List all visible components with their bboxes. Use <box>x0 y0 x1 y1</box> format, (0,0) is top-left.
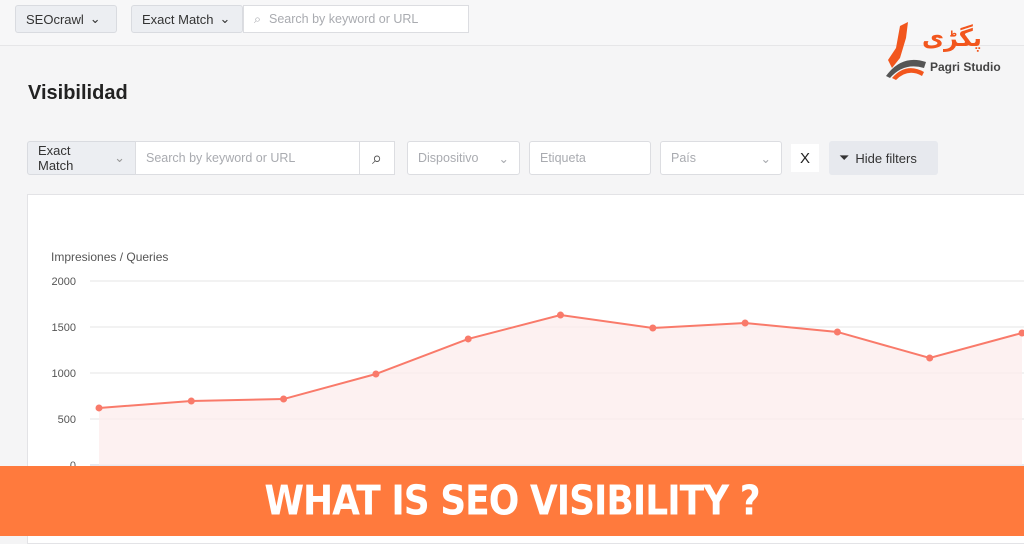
y-tick-label: 1500 <box>52 322 76 334</box>
data-point <box>649 325 656 332</box>
data-point <box>188 398 195 405</box>
data-point <box>742 320 749 327</box>
y-tick-label: 1000 <box>52 368 76 380</box>
y-axis-label: Impresiones / Queries <box>51 250 168 264</box>
logo-text: Pagri Studio <box>930 60 1001 74</box>
data-point <box>280 396 287 403</box>
data-point <box>96 404 103 411</box>
data-point <box>557 312 564 319</box>
area-fill <box>99 315 1022 465</box>
banner-title: WHAT IS SEO VISIBILITY ? <box>264 477 759 524</box>
title-banner: WHAT IS SEO VISIBILITY ? <box>0 466 1024 536</box>
visibility-chart: Impresiones / Queries 0500100015002000Ap… <box>0 0 1024 536</box>
pagri-studio-logo: پگڑی Pagri Studio <box>882 18 1012 80</box>
data-point <box>465 335 472 342</box>
data-point <box>372 371 379 378</box>
data-point <box>834 328 841 335</box>
y-tick-label: 2000 <box>52 276 76 288</box>
y-tick-label: 500 <box>58 414 76 426</box>
data-point <box>926 355 933 362</box>
svg-text:پگڑی: پگڑی <box>922 24 982 52</box>
